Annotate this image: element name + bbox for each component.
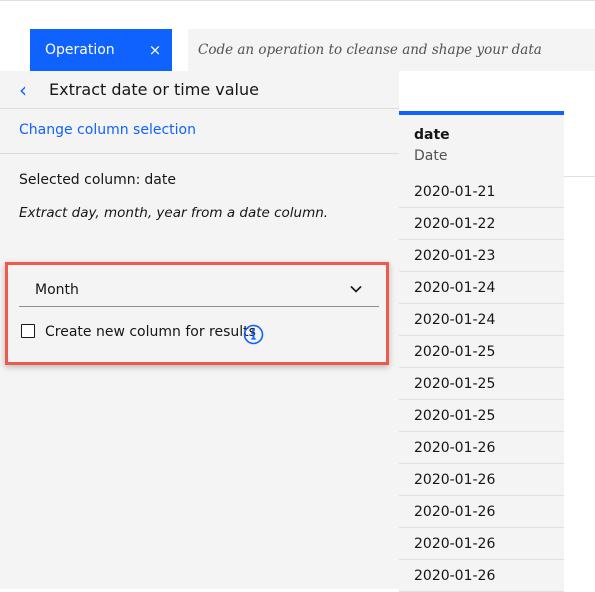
code-operation-placeholder: Code an operation to cleanse and shape y… (198, 42, 542, 58)
operation-tag-label: Operation (45, 42, 115, 58)
change-column-selection-link[interactable]: Change column selection (19, 122, 196, 138)
chevron-down-icon (350, 285, 362, 293)
operation-description: Extract day, month, year from a date col… (19, 205, 329, 221)
table-header-divider (564, 176, 595, 177)
info-icon[interactable] (243, 324, 264, 345)
extract-unit-dropdown[interactable]: Month (19, 272, 379, 307)
dropdown-selected-value: Month (35, 282, 79, 298)
column-header-name: date (414, 127, 450, 143)
chevron-left-icon[interactable]: ‹ (19, 79, 39, 101)
table-row: 2020-01-21 (399, 176, 564, 208)
table-row: 2020-01-26 (399, 496, 564, 528)
panel-title: Extract date or time value (49, 80, 259, 99)
selected-column: Selected column: date (19, 172, 176, 188)
table-row: 2020-01-26 (399, 464, 564, 496)
column-header-date[interactable]: date Date (399, 111, 564, 176)
table-row: 2020-01-26 (399, 560, 564, 592)
table-row: 2020-01-25 (399, 400, 564, 432)
panel-header: ‹ Extract date or time value (0, 71, 399, 109)
operation-tag[interactable]: Operation × (30, 29, 172, 71)
table-row: 2020-01-24 (399, 304, 564, 336)
column-header-type: Date (414, 148, 448, 164)
code-operation-input[interactable]: Code an operation to cleanse and shape y… (188, 29, 595, 71)
operation-panel: ‹ Extract date or time value Change colu… (0, 71, 399, 589)
panel-divider (0, 153, 399, 154)
table-row: 2020-01-23 (399, 240, 564, 272)
table-row: 2020-01-25 (399, 336, 564, 368)
create-new-column-checkbox[interactable] (21, 324, 35, 338)
top-divider (0, 0, 595, 1)
table-row: 2020-01-24 (399, 272, 564, 304)
table-row: 2020-01-25 (399, 368, 564, 400)
table-row: 2020-01-26 (399, 432, 564, 464)
table-row: 2020-01-22 (399, 208, 564, 240)
selected-column-value: date (144, 172, 176, 188)
selected-column-label: Selected column: (19, 172, 141, 188)
table-row: 2020-01-26 (399, 528, 564, 560)
close-icon[interactable]: × (138, 29, 172, 71)
table-body: 2020-01-21 2020-01-22 2020-01-23 2020-01… (399, 176, 564, 592)
create-new-column-label: Create new column for results (45, 324, 256, 340)
